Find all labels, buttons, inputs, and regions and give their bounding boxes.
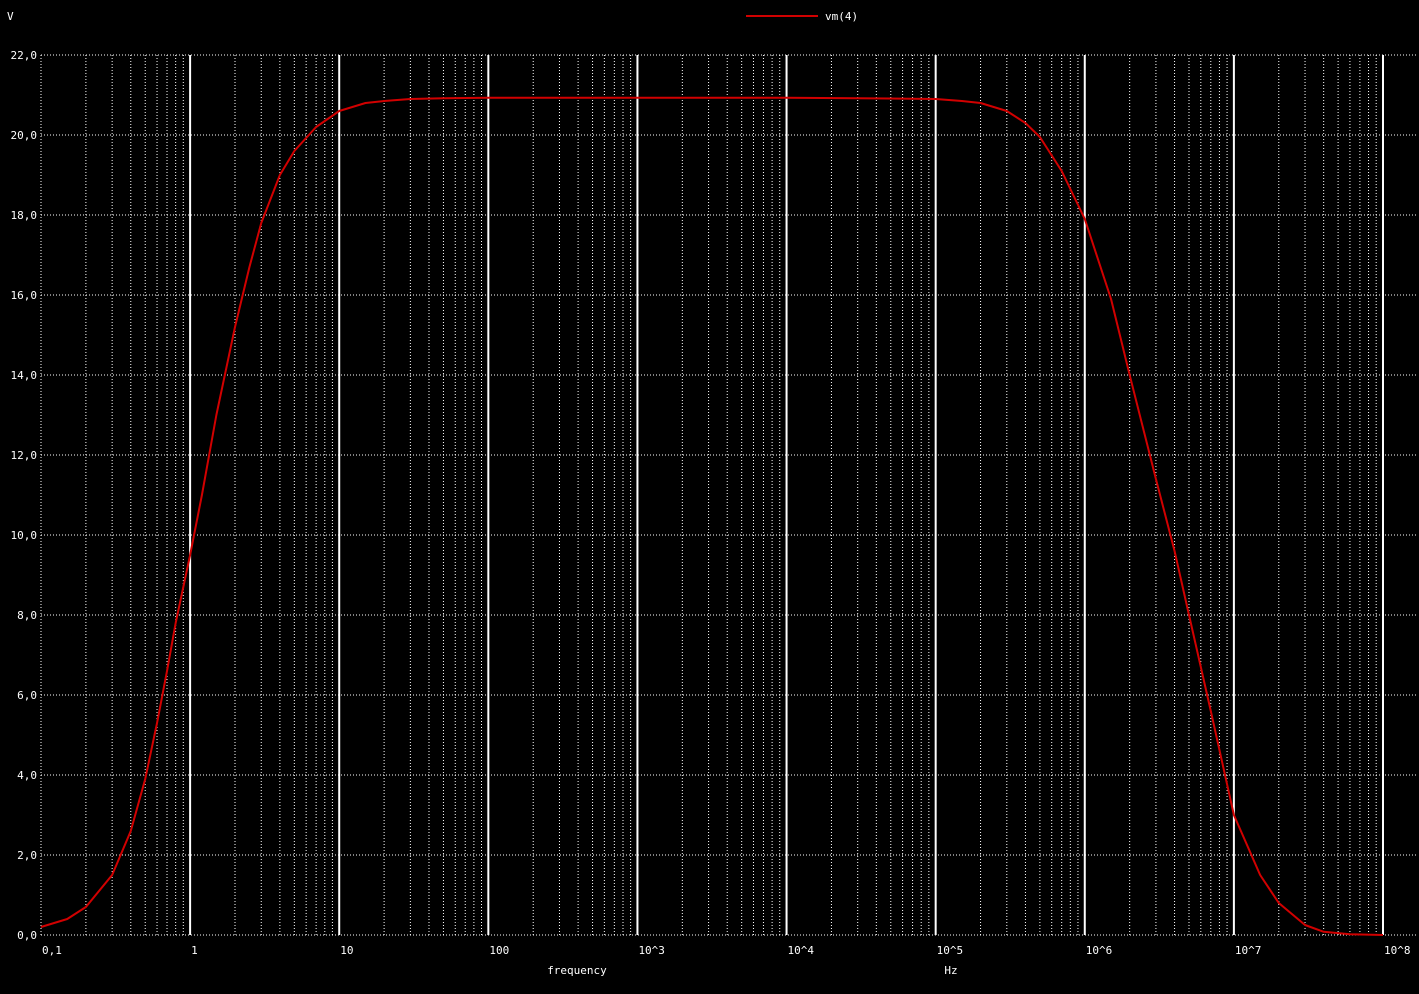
x-tick-label: 10^4 (788, 944, 815, 957)
y-tick-label: 4,0 (17, 769, 37, 782)
x-tick-label: 10^7 (1235, 944, 1262, 957)
y-tick-label: 0,0 (17, 929, 37, 942)
y-tick-label: 16,0 (11, 289, 38, 302)
y-tick-label: 20,0 (11, 129, 38, 142)
x-axis-label: frequency (547, 964, 607, 977)
y-axis-label: V (7, 10, 14, 23)
legend-label: vm(4) (825, 10, 858, 23)
y-tick-label: 22,0 (11, 49, 38, 62)
x-tick-label: 10^8 (1384, 944, 1411, 957)
y-tick-label: 10,0 (11, 529, 38, 542)
x-tick-label: 10^6 (1086, 944, 1113, 957)
x-axis-unit: Hz (944, 964, 957, 977)
y-tick-label: 14,0 (11, 369, 38, 382)
x-tick-label: 10^3 (638, 944, 665, 957)
x-tick-label: 0,1 (42, 944, 62, 957)
y-tick-label: 8,0 (17, 609, 37, 622)
x-tick-label: 1 (191, 944, 198, 957)
x-tick-label: 10 (340, 944, 353, 957)
x-tick-label: 100 (489, 944, 509, 957)
y-tick-label: 18,0 (11, 209, 38, 222)
bode-plot: 0,0 2,0 4,0 6,0 8,0 10,0 12,0 14,0 16,0 18,0 20,0 2… (0, 0, 1419, 994)
x-tick-label: 10^5 (937, 944, 964, 957)
y-tick-label: 2,0 (17, 849, 37, 862)
plot-background (0, 0, 1419, 994)
y-tick-label: 12,0 (11, 449, 38, 462)
y-tick-label: 6,0 (17, 689, 37, 702)
